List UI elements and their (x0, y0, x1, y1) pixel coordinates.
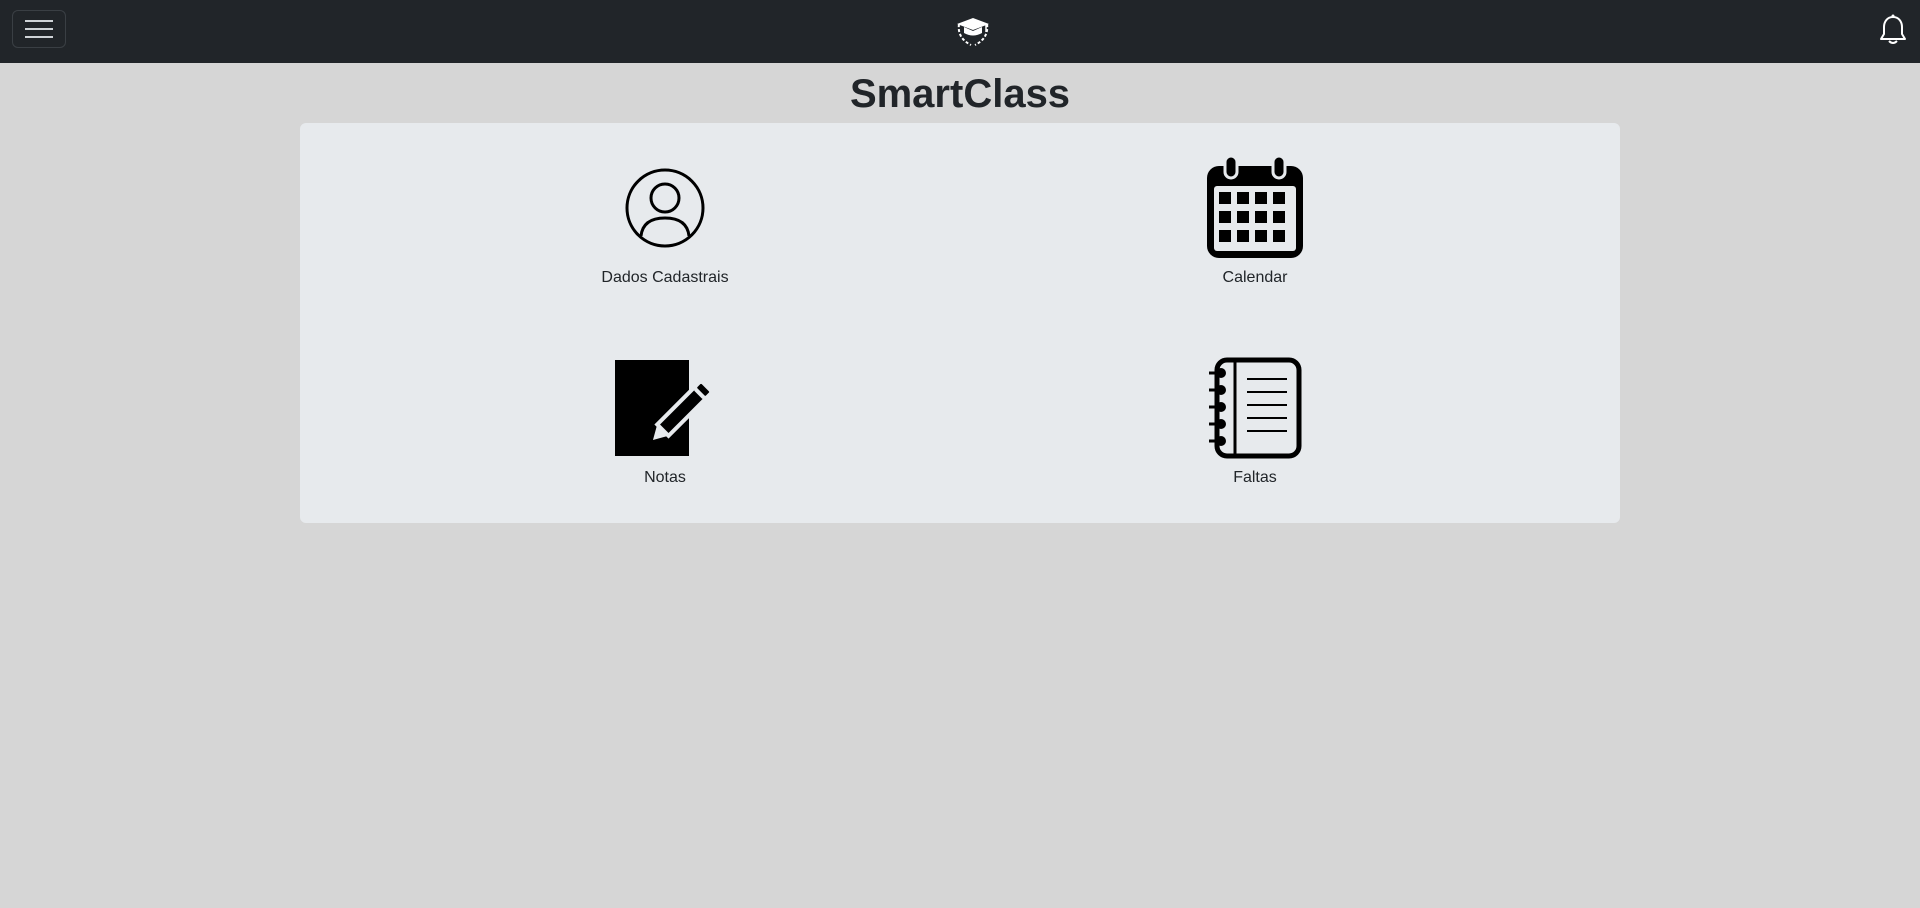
user-circle-icon (625, 168, 705, 248)
graduation-cap-logo-icon[interactable] (953, 12, 993, 48)
pencil-square-icon (615, 360, 714, 456)
calendar-icon (1207, 156, 1303, 258)
menu-toggle-button[interactable] (12, 10, 66, 48)
tile-faltas[interactable]: Faltas (1135, 353, 1375, 513)
tile-label: Notas (644, 469, 686, 486)
tile-label: Faltas (1233, 469, 1277, 486)
bell-icon[interactable] (1878, 14, 1908, 46)
tile-calendar[interactable]: Calendar (1135, 153, 1375, 313)
page-title: SmartClass (849, 72, 1071, 116)
tile-dados-cadastrais[interactable]: Dados Cadastrais (545, 153, 785, 313)
tile-label: Calendar (1222, 269, 1288, 286)
dashboard-panel: Dados Cadastrais Calendar Notas Faltas (300, 123, 1620, 523)
notebook-icon (1209, 357, 1302, 459)
tile-label: Dados Cadastrais (601, 269, 729, 286)
top-navbar (0, 0, 1920, 63)
hamburger-menu-icon (25, 20, 53, 38)
tile-notas[interactable]: Notas (545, 353, 785, 513)
